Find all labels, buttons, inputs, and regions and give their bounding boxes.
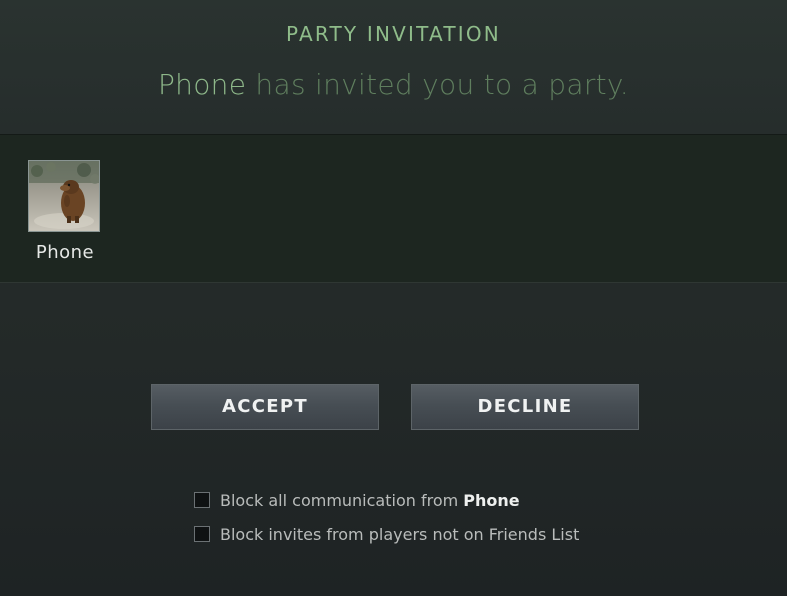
block-communication-label-text: Block all communication from <box>220 490 464 510</box>
decline-button[interactable]: DECLINE <box>411 384 639 430</box>
block-communication-label: Block all communication from Phone <box>220 491 520 510</box>
block-invites-checkbox[interactable] <box>194 526 210 542</box>
invite-message: Phone has invited you to a party. <box>0 68 787 101</box>
dialog-title: PARTY INVITATION <box>286 22 501 46</box>
member-name: Phone <box>35 242 95 263</box>
party-members-panel: Phone <box>0 134 787 283</box>
block-communication-option[interactable]: Block all communication from Phone <box>194 489 520 511</box>
avatar[interactable] <box>28 160 100 232</box>
dialog-header: PARTY INVITATION Phone has invited you t… <box>0 0 787 134</box>
block-communication-player: Phone <box>463 490 520 510</box>
party-invitation-dialog: PARTY INVITATION Phone has invited you t… <box>0 0 787 596</box>
groundhog-avatar-image <box>29 161 99 231</box>
invite-message-text: has invited you to a party. <box>246 68 629 101</box>
block-invites-label: Block invites from players not on Friend… <box>220 524 580 544</box>
inviter-name: Phone <box>158 68 247 101</box>
block-invites-option[interactable]: Block invites from players not on Friend… <box>194 523 579 545</box>
accept-button[interactable]: ACCEPT <box>151 384 379 430</box>
block-communication-checkbox[interactable] <box>194 492 210 508</box>
